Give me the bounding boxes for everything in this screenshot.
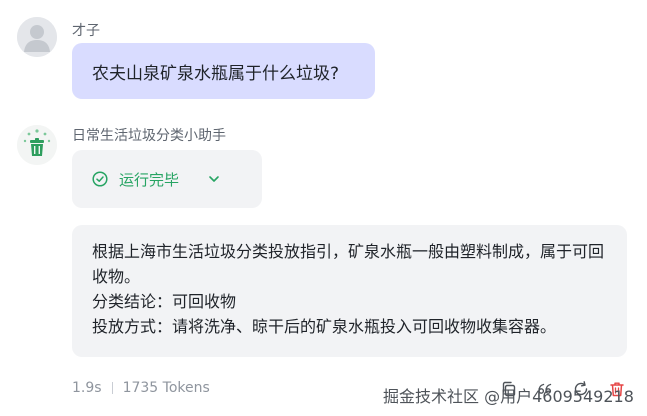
user-name: 才子 [72, 23, 100, 39]
run-status-toggle[interactable]: 运行完毕 [72, 150, 262, 208]
run-status-label: 运行完毕 [119, 170, 180, 189]
answer-conclusion: 分类结论：可回收物 [92, 292, 237, 311]
user-avatar [17, 17, 57, 57]
user-message-bubble: 农夫山泉矿泉水瓶属于什么垃圾? [72, 43, 375, 99]
response-meta: 1.9s 1735 Tokens [72, 380, 210, 396]
check-circle-icon [92, 171, 108, 187]
bot-name: 日常生活垃圾分类小助手 [72, 128, 226, 144]
answer-paragraph: 根据上海市生活垃圾分类投放指引，矿泉水瓶一般由塑料制成，属于可回收物。 [92, 242, 605, 286]
chevron-down-icon [207, 172, 221, 186]
answer-disposal: 投放方式：请将洗净、晾干后的矿泉水瓶投入可回收物收集容器。 [92, 317, 557, 336]
trash-bin-icon [17, 125, 57, 165]
watermark: 掘金技术社区 @用户4609549218 [383, 387, 634, 406]
response-tokens: 1735 Tokens [122, 380, 210, 396]
bot-answer-card: 根据上海市生活垃圾分类投放指引，矿泉水瓶一般由塑料制成，属于可回收物。 分类结论… [72, 225, 627, 357]
response-duration: 1.9s [72, 380, 102, 396]
bot-avatar [17, 125, 57, 165]
user-silhouette-icon [17, 17, 57, 57]
meta-divider [111, 382, 113, 394]
